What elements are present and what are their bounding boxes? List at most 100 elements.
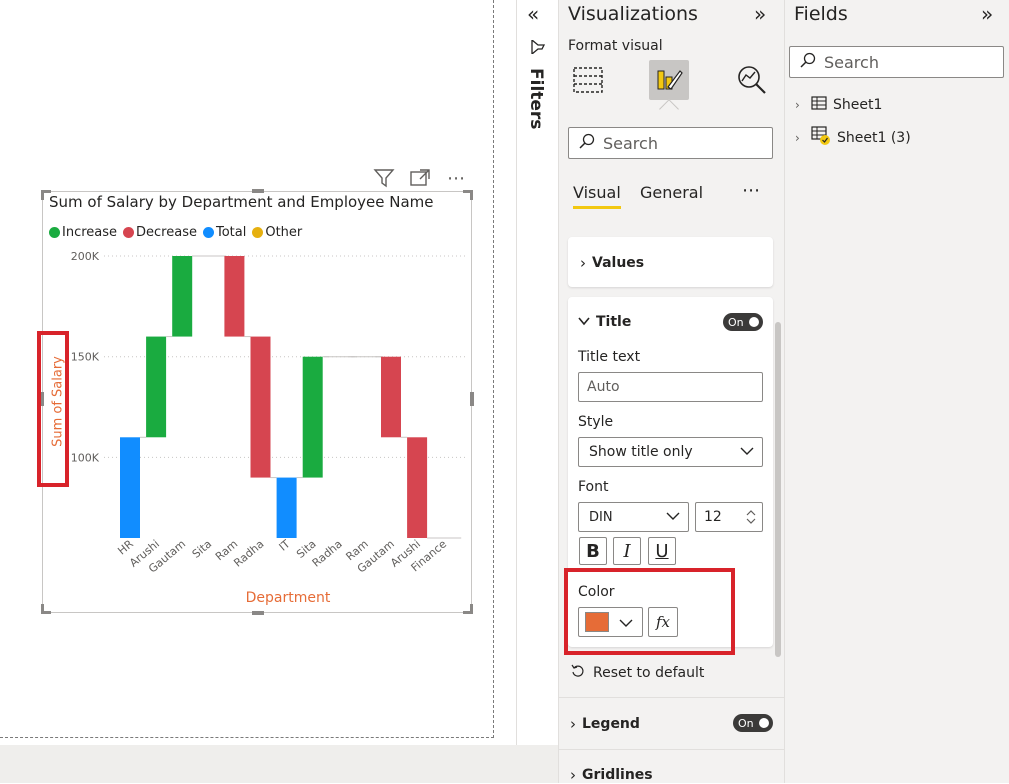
expand-icon[interactable]: » — [754, 2, 766, 26]
legend-label: Total — [215, 225, 247, 240]
gridlines-section-label: Gridlines — [582, 767, 653, 783]
table-name: Sheet1 (3) — [837, 130, 911, 146]
font-label: Font — [578, 479, 609, 495]
chevron-right-icon: › — [580, 254, 586, 272]
legend-item[interactable]: Total — [202, 225, 247, 240]
waterfall-bar[interactable] — [302, 356, 323, 478]
title-toggle[interactable]: On — [723, 313, 763, 331]
stepper-up-icon[interactable] — [746, 509, 756, 516]
title-text-input[interactable]: Auto — [578, 372, 763, 402]
y-tick-label: 150K — [71, 351, 100, 364]
reset-icon — [571, 664, 585, 682]
bold-button[interactable]: B — [579, 537, 607, 565]
fields-pane — [784, 0, 1009, 783]
y-tick-label: 100K — [71, 451, 100, 464]
active-tab-underline — [573, 206, 621, 209]
search-icon — [800, 52, 816, 72]
chevron-right-icon: › — [795, 98, 800, 112]
color-swatch — [585, 612, 609, 632]
title-text-label: Title text — [578, 349, 641, 365]
table-checked-icon — [811, 126, 831, 150]
waterfall-bar[interactable] — [172, 256, 193, 337]
filters-label[interactable]: Filters — [526, 68, 546, 129]
search-placeholder: Search — [824, 52, 879, 72]
collapse-icon[interactable]: « — [527, 2, 539, 26]
legend-dot — [252, 227, 264, 238]
legend-item[interactable]: Increase — [49, 225, 117, 240]
chart-plot-area: 100K150K200KHRArushiGautam SitaRamRadha IT… — [71, 250, 468, 576]
gridlines-section-header[interactable]: › Gridlines — [570, 766, 653, 784]
expand-icon[interactable]: » — [981, 2, 993, 26]
waterfall-bar[interactable] — [407, 437, 428, 538]
values-section-label: Values — [592, 255, 645, 271]
underline-button[interactable]: U — [648, 537, 676, 565]
search-icon — [579, 133, 595, 153]
build-visual-icon[interactable] — [568, 60, 608, 100]
legend-toggle-label: On — [738, 716, 754, 730]
style-dropdown-value: Show title only — [589, 444, 693, 460]
resize-handle-bottom[interactable] — [252, 611, 264, 615]
font-family-dropdown[interactable]: DIN — [578, 502, 689, 532]
resize-handle-bottom-right[interactable] — [463, 604, 473, 614]
table-item-sheet1[interactable]: › Sheet1 — [795, 96, 882, 114]
style-dropdown[interactable]: Show title only — [578, 437, 763, 467]
resize-handle-bottom-left[interactable] — [41, 604, 51, 614]
toggle-knob — [759, 718, 769, 728]
waterfall-bar[interactable] — [381, 356, 401, 438]
table-icon — [811, 96, 827, 114]
table-name: Sheet1 — [833, 97, 883, 113]
more-options-icon[interactable]: ⋯ — [444, 166, 468, 190]
chevron-down-icon — [619, 613, 633, 632]
fields-search-input[interactable]: Search — [789, 46, 1004, 78]
x-tick-label: Radha — [310, 537, 345, 569]
filter-icon — [530, 38, 546, 58]
italic-button[interactable]: I — [613, 537, 641, 565]
legend-label: Other — [265, 225, 303, 240]
legend-label: Decrease — [136, 225, 197, 240]
format-paintbrush-icon[interactable] — [649, 60, 689, 100]
fields-title: Fields — [794, 3, 848, 25]
tab-general[interactable]: General — [640, 183, 703, 202]
more-tabs-icon[interactable]: ⋯ — [742, 180, 761, 201]
chevron-right-icon: › — [795, 131, 800, 145]
waterfall-bar[interactable] — [146, 336, 167, 438]
analytics-magnifier-icon[interactable] — [732, 60, 772, 100]
stepper-down-icon[interactable] — [746, 518, 756, 525]
resize-handle-top-right[interactable] — [463, 190, 473, 200]
y-tick-label: 200K — [71, 250, 100, 263]
chevron-down-icon — [740, 444, 754, 460]
color-label: Color — [578, 584, 615, 600]
filter-icon[interactable] — [372, 166, 396, 190]
title-section-header[interactable]: Title — [578, 314, 631, 330]
legend-item[interactable]: Other — [252, 225, 302, 240]
legend-toggle[interactable]: On — [733, 714, 773, 732]
y-axis-label: Sum of Salary — [50, 356, 66, 447]
focus-mode-icon[interactable] — [408, 166, 432, 190]
legend-section-label: Legend — [582, 716, 640, 732]
reset-to-default-link[interactable]: Reset to default — [571, 664, 704, 682]
chevron-right-icon: › — [570, 715, 576, 733]
waterfall-bar[interactable] — [276, 477, 297, 538]
pane-scrollbar[interactable] — [775, 322, 781, 657]
table-item-sheet1-3[interactable]: › Sheet1 (3) — [795, 126, 911, 150]
waterfall-bar[interactable] — [224, 256, 245, 337]
tab-visual[interactable]: Visual — [573, 183, 621, 202]
waterfall-bar[interactable] — [120, 437, 140, 538]
chart-title: Sum of Salary by Department and Employee… — [49, 193, 434, 211]
chart-legend: Increase Decrease Total Other — [49, 225, 302, 240]
x-axis-label: Department — [245, 590, 331, 606]
visualizations-search-input[interactable]: Search — [568, 127, 773, 159]
conditional-formatting-button[interactable]: fx — [648, 607, 678, 637]
title-toggle-label: On — [728, 315, 744, 329]
visualizations-title: Visualizations — [568, 3, 698, 25]
legend-item[interactable]: Decrease — [123, 225, 197, 240]
legend-section-header[interactable]: › Legend — [570, 715, 640, 733]
waterfall-bar[interactable] — [250, 336, 271, 478]
values-section-header[interactable]: › Values — [580, 254, 644, 272]
chevron-right-icon: › — [570, 766, 576, 784]
x-tick-label: IT — [277, 537, 293, 554]
color-picker[interactable] — [578, 607, 643, 637]
reset-label: Reset to default — [593, 665, 705, 681]
style-label: Style — [578, 414, 614, 430]
font-size-stepper[interactable]: 12 — [695, 502, 763, 532]
